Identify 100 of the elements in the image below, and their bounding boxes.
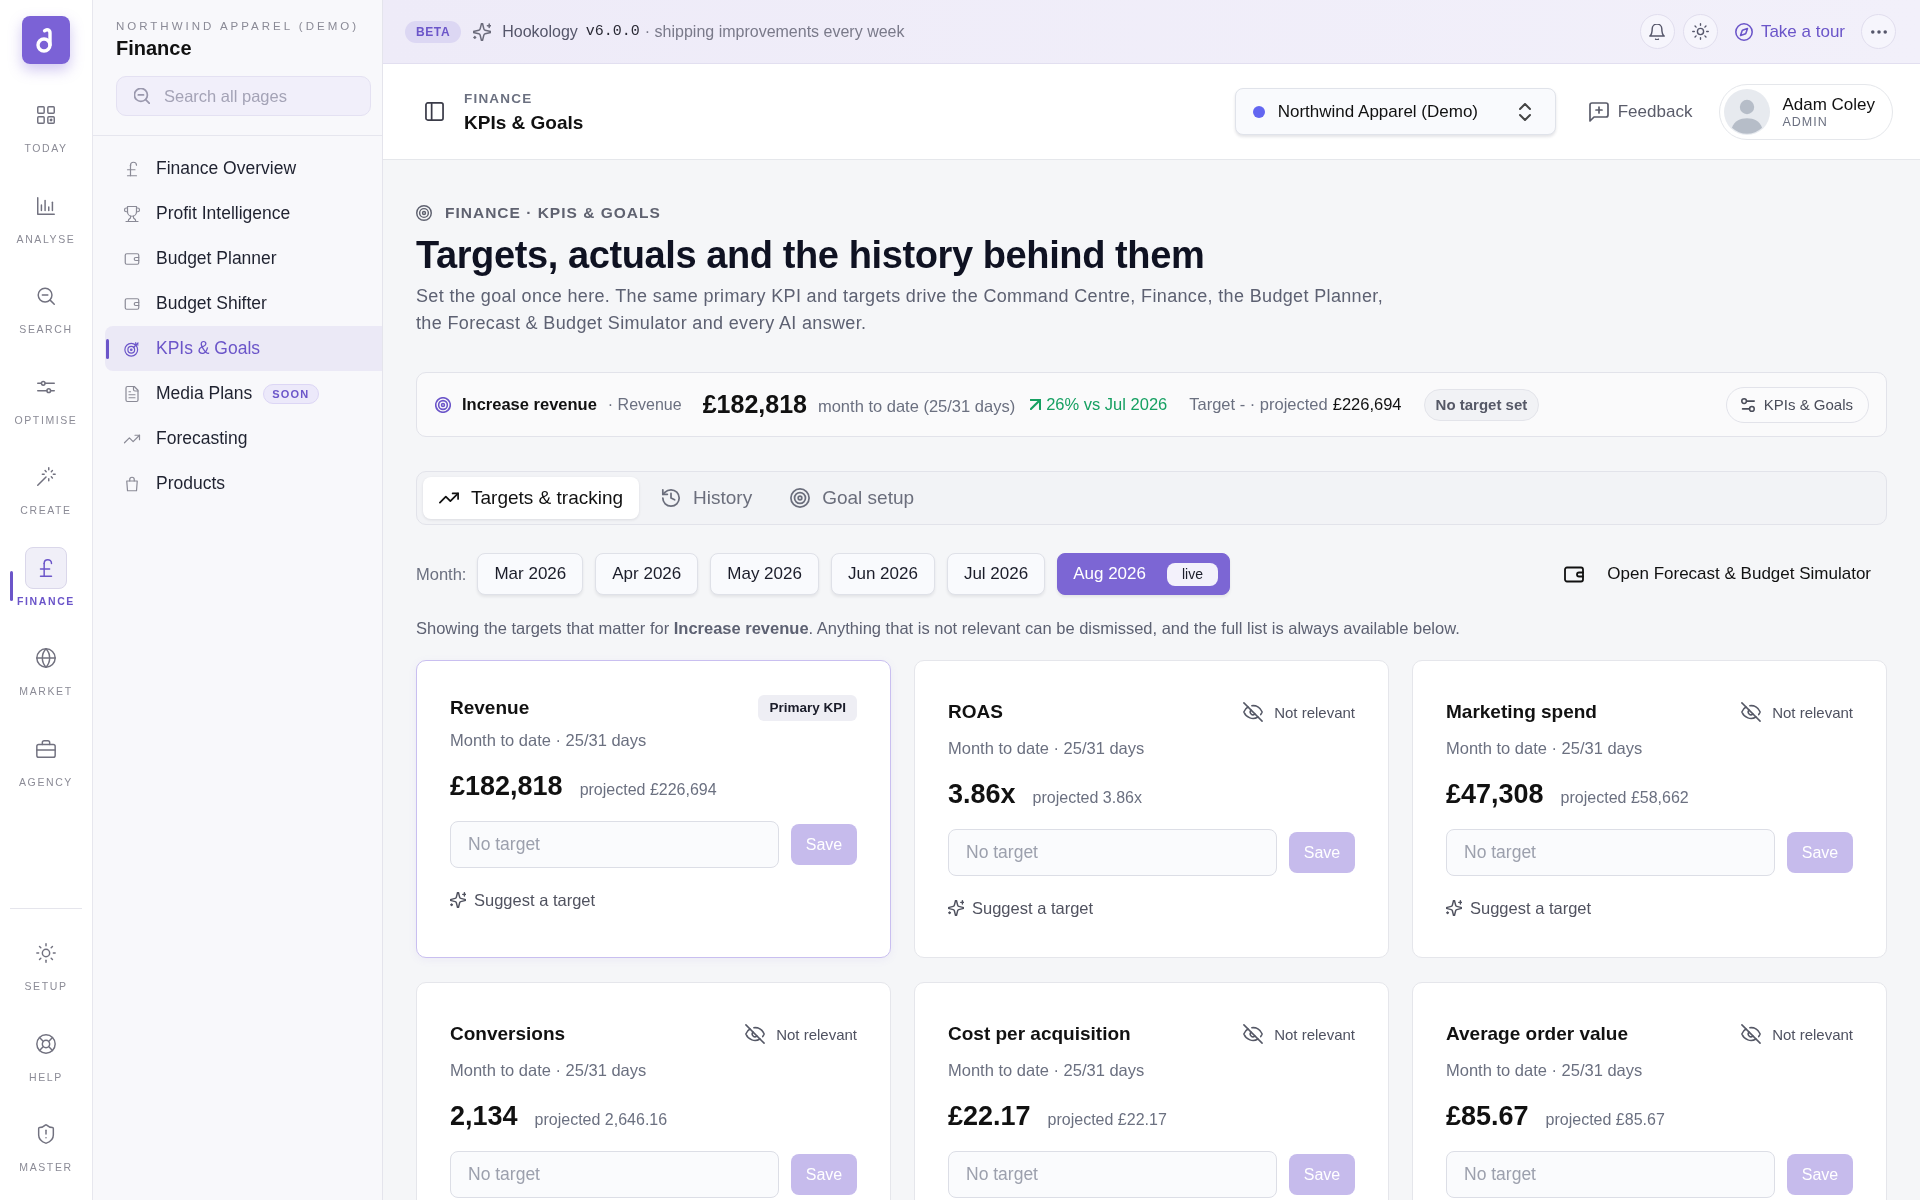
not-relevant-button[interactable]: Not relevant [737,1016,868,1052]
target-input[interactable]: No target [948,1151,1277,1198]
card-value: £47,308 [1446,778,1544,811]
kpis-goals-button[interactable]: KPIs & Goals [1725,386,1869,423]
target-label: Target - · projected [1189,395,1328,414]
notifications-button[interactable] [1639,14,1675,49]
nav-item[interactable]: Profit Intelligence [105,191,382,236]
target-input[interactable]: No target [450,821,779,868]
grid-icon [35,104,57,126]
sidebar-toggle-icon[interactable] [425,102,444,121]
wallet-icon [1564,565,1585,583]
rail-nav-item[interactable]: SETUP [0,932,92,993]
suggest-button[interactable]: Suggest a target [1446,897,1592,919]
not-relevant-button[interactable]: Not relevant [1235,1016,1366,1052]
card-subtitle: Month to date · 25/31 days [1446,738,1643,759]
month-label: Month: [416,564,467,584]
not-relevant-button[interactable]: Not relevant [1235,694,1366,730]
target-input[interactable]: No target [1446,1151,1775,1198]
rail-nav-item[interactable]: MASTER [0,1113,92,1174]
tab[interactable]: Goal setup [774,477,931,519]
projected-label: projected £58,662 [1560,789,1689,807]
card-value: £85.67 [1446,1100,1529,1133]
rail-nav-item[interactable]: OPTIMISE [0,365,92,427]
nav-item[interactable]: Finance Overview [105,146,382,191]
theme-button[interactable] [1682,14,1718,49]
metric-label: · Revenue [607,395,682,414]
nav-item[interactable]: Forecasting [105,416,382,461]
eye-off-icon [1243,1024,1264,1044]
product-name: Hookology [502,22,578,41]
projected-label: projected £85.67 [1545,1111,1665,1129]
nav-item[interactable]: Products [105,461,382,506]
tagline-text: · shipping improvements every week [644,22,905,41]
pound-icon [25,546,67,589]
month-button[interactable]: Mar 2026 [477,553,584,595]
rail-nav-item[interactable]: TODAY [0,94,92,155]
rail-nav-item[interactable]: ANALYSE [0,184,92,246]
tab[interactable]: Targets & tracking [423,477,640,519]
not-relevant-button[interactable]: Not relevant [1733,694,1864,730]
target-input[interactable]: No target [1446,829,1775,876]
section-label: FINANCE [464,89,533,107]
card-subtitle: Month to date · 25/31 days [948,1060,1145,1081]
shopping-bag-icon [123,474,141,493]
version-label: v6.0.0 [585,23,640,40]
not-relevant-button[interactable]: Not relevant [1733,1016,1864,1052]
active-indicator [106,339,109,359]
month-button[interactable]: May 2026 [710,553,819,595]
user-role: ADMIN [1782,114,1828,130]
shield-alert-icon [35,1123,57,1145]
beta-badge: BETA [405,20,462,43]
org-name: NORTHWIND APPAREL (DEMO) [116,19,360,33]
projected-label: projected £22.17 [1047,1111,1167,1129]
chevrons-up-down-icon [1518,102,1531,121]
projected-label: projected £226,694 [579,781,717,799]
suggest-button[interactable]: Suggest a target [948,897,1094,919]
projected-label: projected 2,646.16 [534,1111,668,1129]
more-button[interactable] [1861,14,1896,49]
nav-item[interactable]: Media Plans SOON [105,371,382,416]
rail-nav-item[interactable]: FINANCE [0,546,92,608]
bell-icon [1649,23,1666,40]
simulator-button[interactable]: Open Forecast & Budget Simulator [1564,564,1887,584]
nav-item[interactable]: KPIs & Goals [105,326,382,371]
sliders-icon [1740,397,1755,412]
feedback-button[interactable]: Feedback [1588,101,1693,122]
card-value: £22.17 [948,1100,1031,1133]
org-select[interactable]: Northwind Apparel (Demo) [1234,88,1556,135]
rail-nav-item[interactable]: CREATE [0,456,92,517]
target-input[interactable]: No target [450,1151,779,1198]
nav-item[interactable]: Budget Shifter [105,281,382,326]
rail-nav-item[interactable]: AGENCY [0,727,92,789]
active-indicator [10,570,13,601]
search-icon [134,88,150,104]
status-dot-icon [1252,105,1265,118]
sparkles-icon [1446,900,1462,916]
eye-off-icon [1741,702,1762,722]
card-subtitle: Month to date · 25/31 days [1446,1060,1643,1081]
rail-nav-item[interactable]: HELP [0,1022,92,1084]
user-menu[interactable]: Adam Coley ADMIN [1719,83,1893,140]
month-button[interactable]: Aug 2026 live [1057,553,1230,595]
suggest-button[interactable]: Suggest a target [450,889,596,911]
search-field[interactable]: Search all pages [116,76,371,116]
month-button[interactable]: Jun 2026 [830,553,935,595]
briefcase-icon [35,737,57,760]
trophy-icon [123,204,141,223]
projected-label: projected 3.86x [1032,789,1142,807]
nav-item[interactable]: Budget Planner [105,236,382,281]
card-value: £182,818 [450,770,563,803]
target-input[interactable]: No target [948,829,1277,876]
search-icon [35,285,57,307]
card-title: Revenue [450,697,530,719]
target-icon [435,396,451,413]
sun-icon [1691,23,1709,40]
target-icon [123,339,141,358]
rail-nav-item[interactable]: MARKET [0,637,92,698]
arrow-up-right-icon [1030,399,1042,410]
tab[interactable]: History [645,477,769,519]
logo-icon[interactable] [22,16,70,64]
tour-link[interactable]: Take a tour [1734,21,1845,42]
rail-nav-item[interactable]: SEARCH [0,275,92,336]
month-button[interactable]: Jul 2026 [946,553,1046,595]
month-button[interactable]: Apr 2026 [595,553,699,595]
